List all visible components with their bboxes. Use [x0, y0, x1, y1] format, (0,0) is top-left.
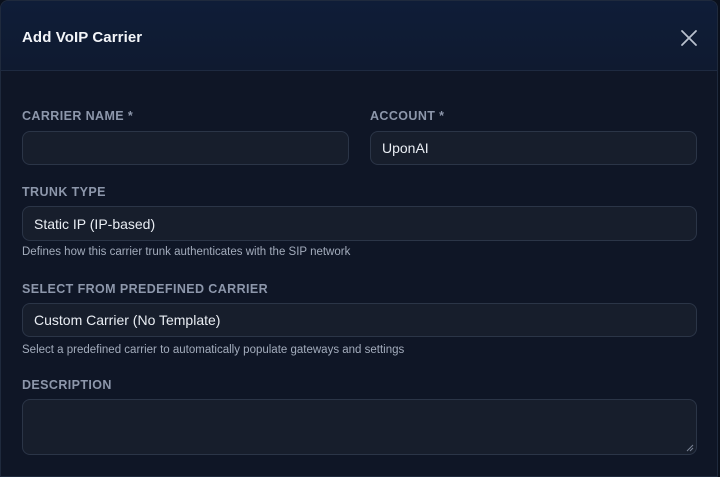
description-textarea[interactable]	[22, 399, 697, 455]
trunk-type-label: TRUNK TYPE	[22, 185, 106, 199]
close-icon	[681, 30, 697, 46]
modal-title: Add VoIP Carrier	[22, 29, 143, 46]
close-button[interactable]	[677, 26, 701, 50]
account-select[interactable]: UponAI	[370, 131, 697, 165]
account-label: ACCOUNT *	[370, 109, 445, 123]
modal-header: Add VoIP Carrier	[1, 1, 717, 71]
description-label: DESCRIPTION	[22, 378, 112, 392]
predefined-carrier-select[interactable]: Custom Carrier (No Template)	[22, 303, 697, 337]
predefined-carrier-label: SELECT FROM PREDEFINED CARRIER	[22, 282, 269, 296]
carrier-name-input[interactable]	[22, 131, 349, 165]
predefined-carrier-help: Select a predefined carrier to automatic…	[22, 344, 405, 356]
add-voip-carrier-dialog: Add VoIP Carrier CARRIER NAME * ACCOUNT …	[0, 0, 718, 477]
predefined-carrier-selected-value: Custom Carrier (No Template)	[34, 312, 221, 328]
trunk-type-selected-value: Static IP (IP-based)	[34, 215, 156, 232]
trunk-type-help: Defines how this carrier trunk authentic…	[22, 246, 351, 258]
trunk-type-select[interactable]: Static IP (IP-based)	[22, 206, 697, 241]
account-selected-value: UponAI	[382, 140, 429, 156]
resize-handle-icon[interactable]	[686, 444, 694, 452]
carrier-name-label: CARRIER NAME *	[22, 109, 134, 123]
